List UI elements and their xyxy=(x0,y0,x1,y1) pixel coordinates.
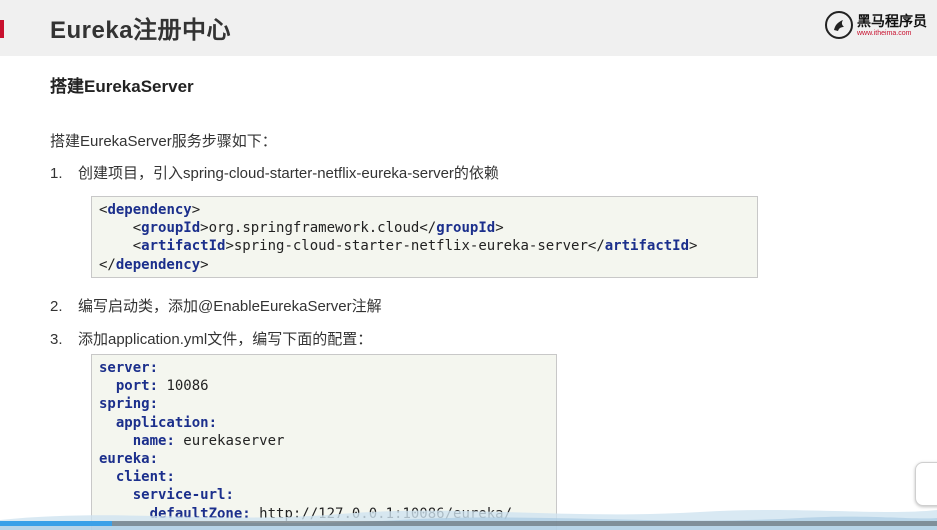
code-line: <artifactId>spring-cloud-starter-netflix… xyxy=(99,238,698,255)
slide-title: Eureka注册中心 xyxy=(50,17,232,44)
step-3: 3. 添加application.yml文件，编写下面的配置： xyxy=(50,328,372,349)
code-line: application: xyxy=(99,414,218,431)
side-floating-button[interactable] xyxy=(915,462,937,506)
code-line: spring: xyxy=(99,396,159,413)
header-accent-bar xyxy=(0,20,4,38)
step-text: 添加application.yml文件，编写下面的配置： xyxy=(78,331,373,348)
logo-url-text: www.itheima.com xyxy=(857,29,912,37)
step-number: 3. xyxy=(50,331,63,348)
step-text: 创建项目，引入spring-cloud-starter-netflix-eure… xyxy=(78,165,499,182)
code-line: <dependency> xyxy=(99,202,201,218)
code-line: </dependency> xyxy=(99,256,209,273)
code-line: server: xyxy=(99,360,159,376)
slide-header: Eureka注册中心 黑马程序员 www.itheima.com xyxy=(0,0,937,56)
code-line: name: eurekaserver xyxy=(99,432,285,449)
code-line: <groupId>org.springframework.cloud</grou… xyxy=(99,220,504,237)
section-heading: 搭建EurekaServer xyxy=(50,77,194,96)
intro-text: 搭建EurekaServer服务步骤如下： xyxy=(50,133,277,150)
dependency-code-block: <dependency> <groupId>org.springframewor… xyxy=(91,196,758,278)
logo-brand-text: 黑马程序员 xyxy=(857,12,927,29)
step-2: 2. 编写启动类，添加@EnableEurekaServer注解 xyxy=(50,295,382,316)
step-text: 编写启动类，添加@EnableEurekaServer注解 xyxy=(78,298,382,315)
code-line: port: 10086 xyxy=(99,378,209,395)
step-1: 1. 创建项目，引入spring-cloud-starter-netflix-eu… xyxy=(50,162,499,183)
video-progress-fill xyxy=(0,521,113,526)
step-number: 1. xyxy=(50,165,63,182)
code-line: eureka: xyxy=(99,450,159,467)
horse-logo-icon xyxy=(825,11,853,39)
itheima-logo: 黑马程序员 www.itheima.com xyxy=(825,10,927,40)
step-number: 2. xyxy=(50,298,63,315)
code-line: client: xyxy=(99,469,175,486)
video-progress-bar[interactable] xyxy=(0,521,937,526)
slide: Eureka注册中心 黑马程序员 www.itheima.com 搭建Eurek… xyxy=(0,0,937,530)
